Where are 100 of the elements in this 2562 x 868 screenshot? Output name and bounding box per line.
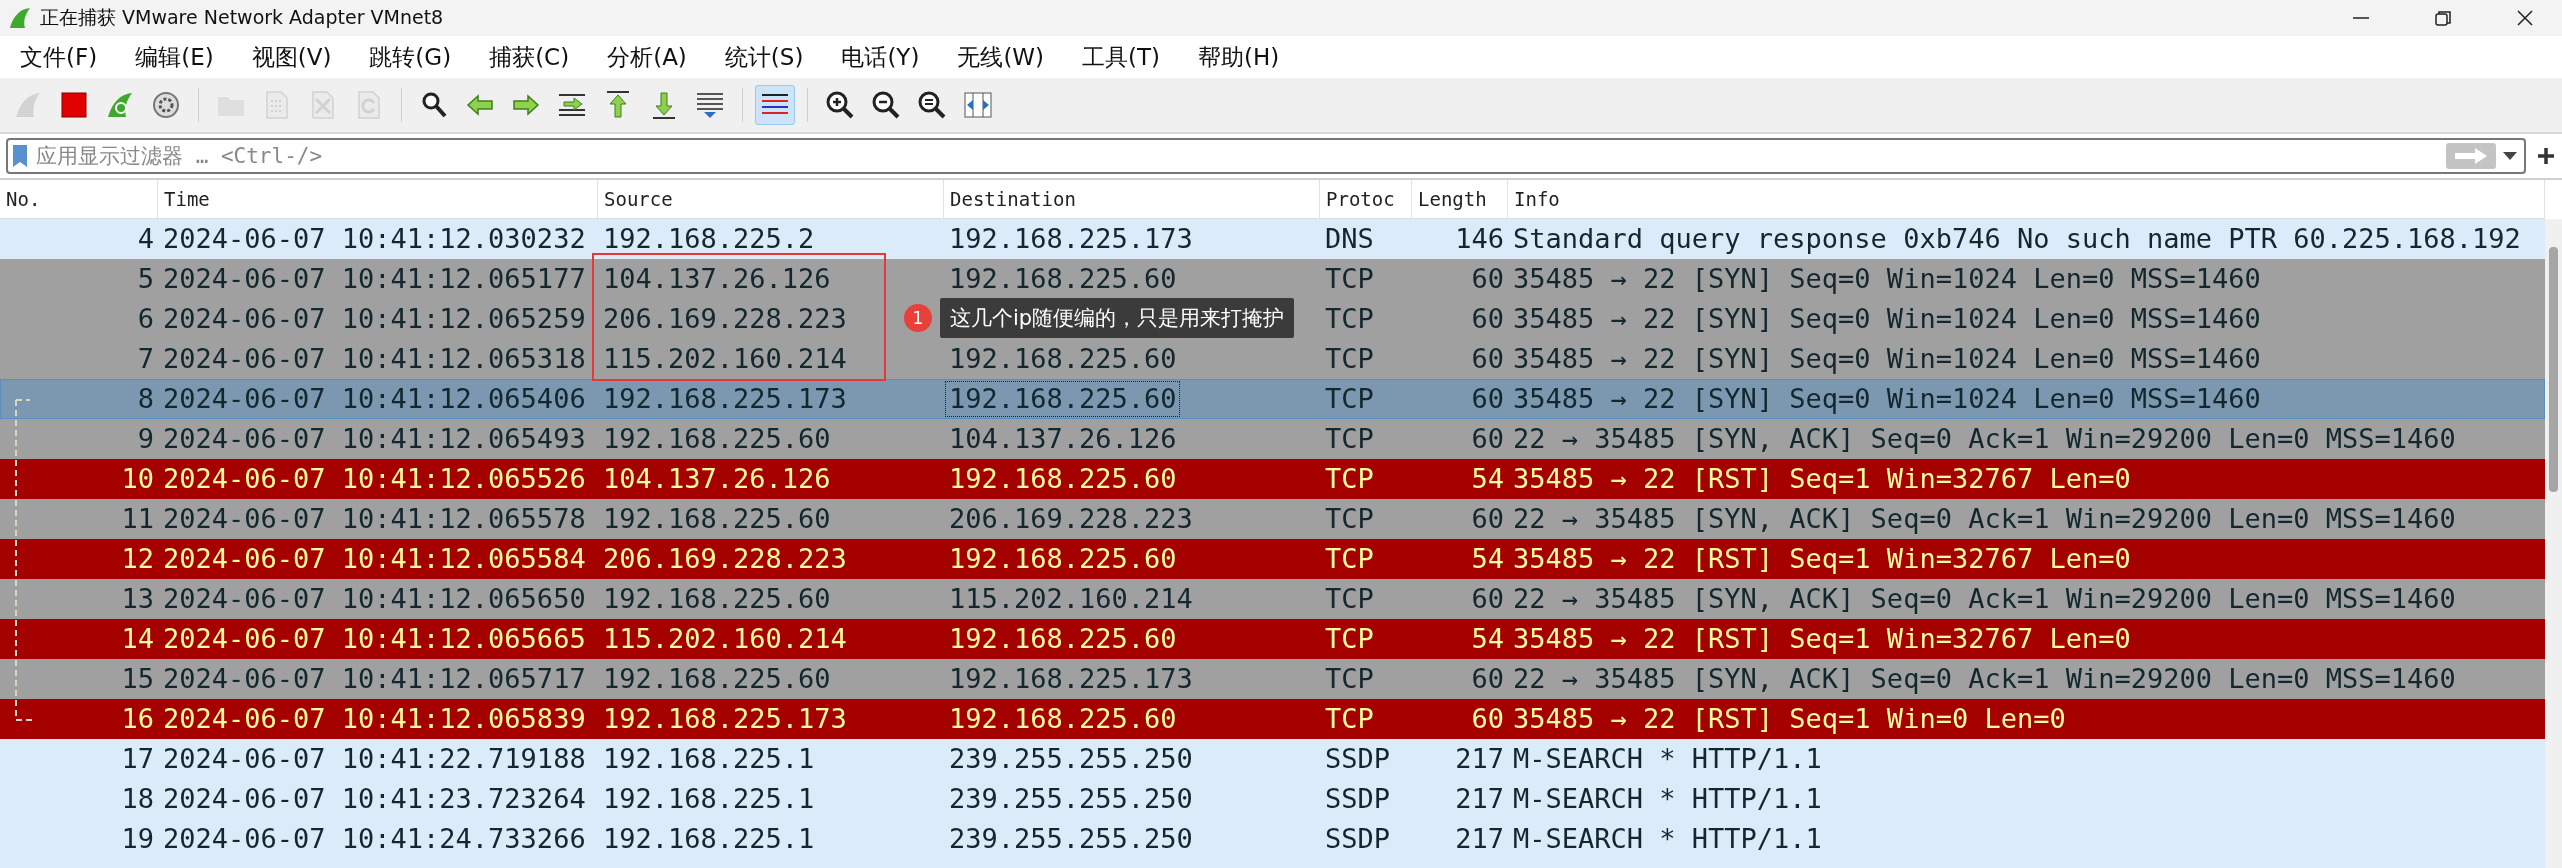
table-cell-text: 54	[1470, 622, 1505, 656]
column-header[interactable]: Time	[158, 180, 598, 218]
table-cell-text: 239.255.255.250	[948, 782, 1194, 816]
table-cell-text: 60	[1470, 342, 1505, 376]
menu-item[interactable]: 视图(V)	[237, 41, 346, 73]
table-cell-text: 192.168.225.60	[602, 582, 832, 616]
table-cell-text: 14	[120, 622, 155, 656]
table-cell-text: 22 → 35485 [SYN, ACK] Seq=0 Ack=1 Win=29200 Len=0 MSS=1460	[1512, 422, 2457, 456]
table-cell-text: 2024-06-07 10:41:24.733266	[162, 822, 587, 856]
bookmark-icon	[12, 144, 28, 168]
table-cell-text: 192.168.225.173	[602, 702, 848, 736]
table-cell-text: 192.168.225.60	[602, 662, 832, 696]
table-cell-text: 192.168.225.1	[602, 742, 816, 776]
table-cell-text: 7	[136, 342, 155, 376]
table-cell-text: 115.202.160.214	[948, 582, 1194, 616]
table-cell-text: 35485 → 22 [RST] Seq=1 Win=32767 Len=0	[1512, 542, 2132, 576]
table-cell-text: 104.137.26.126	[602, 262, 832, 296]
table-cell-text: 2024-06-07 10:41:12.065318	[162, 342, 587, 376]
toolbar-button[interactable]	[755, 85, 795, 125]
column-header[interactable]: Source	[598, 180, 944, 218]
table-cell-text: 2024-06-07 10:41:22.719188	[162, 742, 587, 776]
right-arrow-icon	[2453, 147, 2489, 165]
table-cell-text: 60	[1470, 382, 1505, 416]
table-cell-text: 18	[120, 782, 155, 816]
table-cell-text: 2024-06-07 10:41:12.065584	[162, 542, 587, 576]
table-cell-text: 192.168.225.2	[602, 222, 816, 256]
table-cell-text: 11	[120, 502, 155, 536]
packet-row[interactable]: 5 2024-06-07 10:41:12.065177 104.137.26.126 192.168.225.60 TCP 60 35485 → 22 [SYN] Seq=0 Win=1024 Len=0 MSS=1460	[0, 259, 2545, 299]
table-cell-text: 15	[120, 662, 155, 696]
table-cell-text: 2024-06-07 10:41:12.030232	[162, 222, 587, 256]
menu-item[interactable]: 电话(Y)	[827, 41, 934, 73]
caret-icon[interactable]	[2502, 151, 2518, 161]
filter-input[interactable]: 应用显示过滤器 … <Ctrl-/>	[34, 143, 2440, 169]
column-header[interactable]: Info	[1508, 180, 2545, 218]
table-cell-text: 192.168.225.173	[948, 222, 1194, 256]
table-cell-text: 192.168.225.1	[602, 822, 816, 856]
table-cell-text: 2024-06-07 10:41:12.065526	[162, 462, 587, 496]
table-cell-text: M-SEARCH * HTTP/1.1	[1512, 822, 1823, 856]
table-cell-text: 12	[120, 542, 155, 576]
packet-row[interactable]: 9 2024-06-07 10:41:12.065493 192.168.225.60 104.137.26.126 TCP 60 22 → 35485 [SYN, ACK] Seq=0 Ack=1 Win=29200 Len=0 MSS=1460	[0, 419, 2545, 459]
table-cell-text: 239.255.255.250	[948, 822, 1194, 856]
table-cell-text: 115.202.160.214	[602, 342, 848, 376]
window-title: 正在捕获 VMware Network Adapter VMnet8	[40, 5, 445, 30]
table-cell-text: 192.168.225.60	[602, 422, 832, 456]
table-cell-text: 60	[1470, 262, 1505, 296]
zoom-out-icon	[870, 89, 902, 121]
table-cell-text: 192.168.225.60	[948, 702, 1178, 736]
menu-item[interactable]: 统计(S)	[710, 41, 818, 73]
table-cell-text: 2024-06-07 10:41:12.065259	[162, 302, 587, 336]
column-header[interactable]: No.	[0, 180, 158, 218]
table-cell-text: 60	[1470, 302, 1505, 336]
packet-row[interactable]: 8 2024-06-07 10:41:12.065406 192.168.225.173 192.168.225.60 TCP 60 35485 → 22 [SYN] Seq=0 Win=1024 Len=0 MSS=1460	[0, 379, 2545, 419]
table-cell-text: 192.168.225.1	[602, 782, 816, 816]
table-cell-text: M-SEARCH * HTTP/1.1	[1512, 742, 1823, 776]
table-cell-text: 22 → 35485 [SYN, ACK] Seq=0 Ack=1 Win=29200 Len=0 MSS=1460	[1512, 582, 2457, 616]
scrollbar[interactable]	[2545, 219, 2562, 868]
table-cell-text: 8	[136, 382, 155, 416]
table-cell-text: 192.168.225.60	[948, 342, 1178, 376]
table-cell-text: 19	[120, 822, 155, 856]
column-header[interactable]: Destination	[944, 180, 1320, 218]
menu-item[interactable]: 工具(T)	[1068, 41, 1175, 73]
zoom-reset-icon	[916, 89, 948, 121]
menu-item[interactable]: 编辑(E)	[121, 41, 228, 73]
table-cell-text: TCP	[1324, 662, 1375, 696]
table-cell-text: Standard query response 0xb746 No such name PTR 60.225.168.192	[1512, 222, 2522, 256]
menu-item[interactable]: 帮助(H)	[1184, 41, 1294, 73]
column-header[interactable]: Protoc	[1320, 180, 1412, 218]
scrollbar-thumb[interactable]	[2549, 247, 2558, 492]
filter-field[interactable]: 应用显示过滤器 … <Ctrl-/>	[6, 138, 2526, 174]
table-cell-text: TCP	[1324, 422, 1375, 456]
packet-row[interactable]: 15 2024-06-07 10:41:12.065717 192.168.225.60 192.168.225.173 TCP 60 22 → 35485 [SYN, ACK] Seq=0 Ack=1 Win=29200 Len=0 MSS=1460	[0, 659, 2545, 699]
shark-fin-icon	[8, 6, 32, 30]
table-cell-text: 104.137.26.126	[602, 462, 832, 496]
packet-row[interactable]: 14 2024-06-07 10:41:12.065665 115.202.160.214 192.168.225.60 TCP 54 35485 → 22 [RST] Seq=1 Win=32767 Len=0	[0, 619, 2545, 659]
stop-icon	[58, 89, 90, 121]
table-cell-text: DNS	[1324, 222, 1375, 256]
table-cell-text: 206.169.228.223	[602, 302, 848, 336]
packet-row[interactable]: 7 2024-06-07 10:41:12.065318 115.202.160.214 192.168.225.60 TCP 60 35485 → 22 [SYN] Seq=0 Win=1024 Len=0 MSS=1460	[0, 339, 2545, 379]
column-header[interactable]: Length	[1412, 180, 1508, 218]
table-cell-text: 2024-06-07 10:41:12.065665	[162, 622, 587, 656]
menu-item[interactable]: 捕获(C)	[475, 41, 584, 73]
plus-icon[interactable]	[2536, 146, 2556, 166]
menu-item[interactable]: 分析(A)	[593, 41, 701, 73]
packet-row[interactable]: 12 2024-06-07 10:41:12.065584 206.169.228.223 192.168.225.60 TCP 54 35485 → 22 [RST] Seq=1 Win=32767 Len=0	[0, 539, 2545, 579]
table-cell-text: 192.168.225.60	[948, 462, 1178, 496]
table-cell-text: 192.168.225.60	[948, 542, 1178, 576]
packet-row[interactable]: 16 2024-06-07 10:41:12.065839 192.168.225.173 192.168.225.60 TCP 60 35485 → 22 [RST] Seq=1 Win=0 Len=0	[0, 699, 2545, 739]
table-cell-text: 35485 → 22 [SYN] Seq=0 Win=1024 Len=0 MSS=1460	[1512, 342, 2262, 376]
table-cell-text: 104.137.26.126	[948, 422, 1178, 456]
table-cell-text: SSDP	[1324, 742, 1392, 776]
table-cell-text: 60	[1470, 662, 1505, 696]
table-cell-text: 35485 → 22 [SYN] Seq=0 Win=1024 Len=0 MSS=1460	[1512, 382, 2262, 416]
menu-item[interactable]: 跳转(G)	[355, 41, 466, 73]
table-cell-text: 22 → 35485 [SYN, ACK] Seq=0 Ack=1 Win=29200 Len=0 MSS=1460	[1512, 502, 2457, 536]
table-cell-text: 22 → 35485 [SYN, ACK] Seq=0 Ack=1 Win=29200 Len=0 MSS=1460	[1512, 662, 2457, 696]
menu-item[interactable]: 无线(W)	[943, 41, 1059, 73]
menu-item[interactable]: 文件(F)	[6, 41, 112, 73]
packet-row[interactable]: 10 2024-06-07 10:41:12.065526 104.137.26.126 192.168.225.60 TCP 54 35485 → 22 [RST] Seq=1 Win=32767 Len=0	[0, 459, 2545, 499]
packet-row[interactable]: 13 2024-06-07 10:41:12.065650 192.168.225.60 115.202.160.214 TCP 60 22 → 35485 [SYN, ACK] Seq=0 Ack=1 Win=29200 Len=0 MSS=1460	[0, 579, 2545, 619]
packet-row[interactable]: 11 2024-06-07 10:41:12.065578 192.168.225.60 206.169.228.223 TCP 60 22 → 35485 [SYN, ACK] Seq=0 Ack=1 Win=29200 Len=0 MSS=1460	[0, 499, 2545, 539]
